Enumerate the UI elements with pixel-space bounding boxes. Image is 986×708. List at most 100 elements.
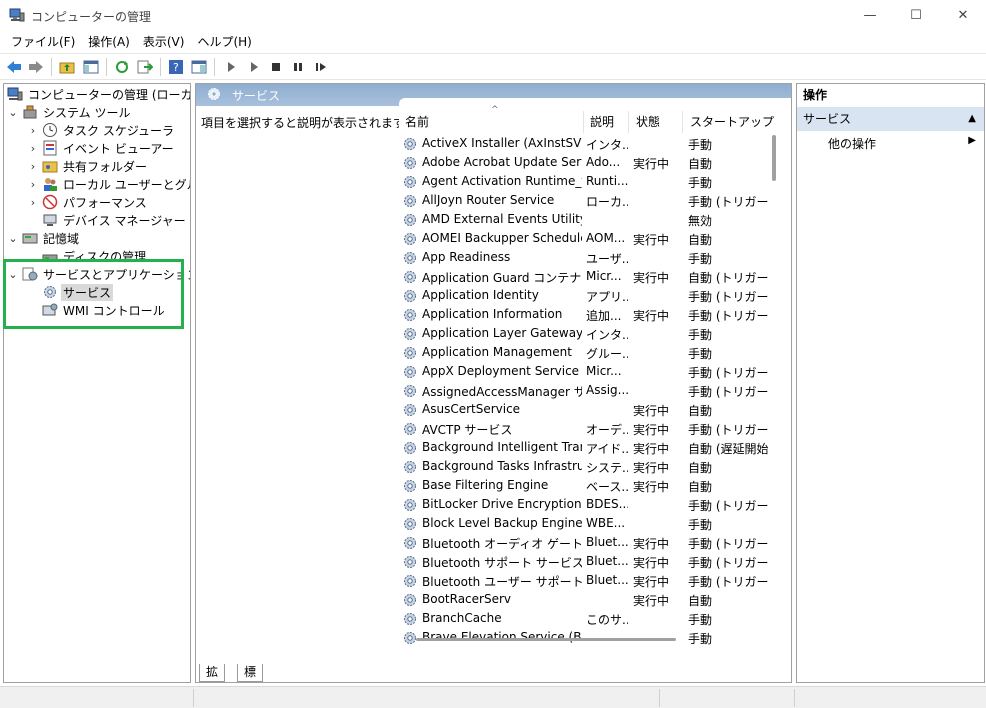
chevron-right-icon[interactable]: › bbox=[26, 160, 40, 173]
chevron-right-icon[interactable]: › bbox=[26, 196, 40, 209]
resume-icon[interactable] bbox=[312, 58, 330, 76]
refresh-icon[interactable] bbox=[113, 58, 131, 76]
cell-description: Runti... bbox=[586, 174, 628, 188]
tree-item-device-manager[interactable]: デバイス マネージャー bbox=[26, 211, 188, 229]
column-header-description[interactable]: 説明 bbox=[584, 111, 629, 133]
gear-icon bbox=[402, 421, 418, 437]
table-row[interactable]: Base Filtering Engine ベース... 実行中 自動 bbox=[399, 477, 769, 496]
cell-status: 実行中 bbox=[633, 442, 670, 456]
cell-name: Bluetooth ユーザー サポート サ... bbox=[422, 575, 582, 589]
export-icon[interactable] bbox=[136, 58, 154, 76]
table-row[interactable]: AppX Deployment Service (... Micr... 手動 (ト… bbox=[399, 363, 769, 382]
play-icon[interactable] bbox=[222, 58, 240, 76]
cell-startup-type: 手動 (トリガー開 bbox=[688, 309, 768, 323]
menu-action[interactable]: 操作(A) bbox=[83, 32, 135, 52]
collapse-icon[interactable]: ▲ bbox=[968, 107, 976, 131]
table-row[interactable]: Application Identity アプリ... 手動 (トリガー開 bbox=[399, 287, 769, 306]
table-row[interactable]: Application Guard コンテナー ... Micr... 実行中 自動 … bbox=[399, 268, 769, 287]
forward-icon[interactable] bbox=[27, 58, 45, 76]
menu-view[interactable]: 表示(V) bbox=[138, 32, 190, 52]
table-row[interactable]: BitLocker Drive Encryption ... BDES... 手動 … bbox=[399, 496, 769, 515]
cell-description: AOM... bbox=[586, 231, 626, 245]
table-row[interactable]: BranchCache このサ... 手動 bbox=[399, 610, 769, 629]
table-row[interactable]: Background Intelligent Tran... アイド... 実行中 自… bbox=[399, 439, 769, 458]
up-folder-icon[interactable] bbox=[58, 58, 76, 76]
gear-icon bbox=[402, 459, 418, 475]
gear-icon bbox=[402, 269, 418, 285]
table-row[interactable]: Application Information 追加... 実行中 手動 (トリガー開 bbox=[399, 306, 769, 325]
help-icon[interactable]: ? bbox=[167, 58, 185, 76]
cell-status: 実行中 bbox=[633, 556, 670, 570]
close-icon: ✕ bbox=[957, 8, 969, 23]
tree-item-performance[interactable]: › パフォーマンス bbox=[26, 193, 149, 211]
minimize-button[interactable]: — bbox=[847, 0, 893, 31]
table-row[interactable]: BootRacerServ 実行中 自動 bbox=[399, 591, 769, 610]
table-row[interactable]: AllJoyn Router Service ローカ... 手動 (トリガー開 bbox=[399, 192, 769, 211]
table-row[interactable]: ActiveX Installer (AxInstSV) インタ... 手動 bbox=[399, 135, 769, 154]
table-row[interactable]: AOMEI Backupper Schedule... AOM... 実行中 自動 bbox=[399, 230, 769, 249]
tree-item-system-tools[interactable]: ⌄ システム ツール bbox=[6, 103, 132, 121]
table-row[interactable]: Agent Activation Runtime_f... Runti... 手動 bbox=[399, 173, 769, 192]
menu-file[interactable]: ファイル(F) bbox=[6, 32, 80, 52]
tree-item-event-viewer[interactable]: › イベント ビューアー bbox=[26, 139, 176, 157]
chevron-right-icon[interactable]: › bbox=[26, 142, 40, 155]
column-header-startup-type[interactable]: スタートアップの種 bbox=[684, 111, 774, 133]
cell-status: 実行中 bbox=[633, 233, 670, 247]
chevron-down-icon[interactable]: ⌄ bbox=[6, 232, 20, 245]
table-row[interactable]: AMD External Events Utility 無効 bbox=[399, 211, 769, 230]
table-row[interactable]: Bluetooth ユーザー サポート サ... Bluet... 実行中 手動 (ト… bbox=[399, 572, 769, 591]
cell-name: AsusCertService bbox=[422, 402, 521, 416]
stop-icon[interactable] bbox=[267, 58, 285, 76]
gear-icon bbox=[402, 174, 418, 190]
table-row[interactable]: Background Tasks Infrastruc... システ... 実行中 自… bbox=[399, 458, 769, 477]
tree-item-computer-management[interactable]: コンピューターの管理 (ローカル) bbox=[5, 85, 190, 103]
cell-description: このサ... bbox=[586, 613, 628, 627]
gear-icon bbox=[402, 478, 418, 494]
table-row[interactable]: Bluetooth サポート サービス Bluet... 実行中 手動 (トリガー開 bbox=[399, 553, 769, 572]
tab-extended[interactable]: 拡張 bbox=[199, 664, 226, 682]
tree-item-label: デバイス マネージャー bbox=[63, 213, 186, 228]
vertical-scrollbar[interactable] bbox=[772, 135, 776, 181]
cell-description: インタ... bbox=[586, 138, 628, 152]
tree-item-storage[interactable]: ⌄ 記憶域 bbox=[6, 229, 81, 247]
cell-description: ローカ... bbox=[586, 195, 628, 209]
play-alt-icon[interactable] bbox=[245, 58, 263, 76]
gear-icon bbox=[402, 516, 418, 532]
gear-icon bbox=[402, 554, 418, 570]
tree-item-task-scheduler[interactable]: › タスク スケジューラ bbox=[26, 121, 176, 139]
close-button[interactable]: ✕ bbox=[940, 0, 986, 31]
cell-description: Micr... bbox=[586, 364, 622, 378]
gear-icon bbox=[402, 402, 418, 418]
storage-icon bbox=[21, 230, 38, 246]
tab-standard[interactable]: 標準 bbox=[237, 664, 264, 682]
table-row[interactable]: AssignedAccessManager サ... Assig... 手動 (トリ… bbox=[399, 382, 769, 401]
maximize-button[interactable]: ☐ bbox=[893, 0, 939, 31]
tree-item-local-users[interactable]: › ローカル ユーザーとグループ bbox=[26, 175, 190, 193]
chevron-down-icon[interactable]: ⌄ bbox=[6, 106, 20, 119]
table-row[interactable]: Application Layer Gateway ... インタ... 手動 bbox=[399, 325, 769, 344]
back-icon[interactable] bbox=[5, 58, 23, 76]
properties-icon[interactable] bbox=[190, 58, 208, 76]
cell-status: 実行中 bbox=[633, 309, 670, 323]
pause-icon[interactable] bbox=[289, 58, 307, 76]
chevron-right-icon[interactable]: ▶ bbox=[968, 135, 976, 146]
chevron-right-icon[interactable]: › bbox=[26, 124, 40, 137]
status-bar bbox=[0, 686, 986, 708]
cell-startup-type: 自動 bbox=[688, 233, 713, 247]
chevron-right-icon[interactable]: › bbox=[26, 178, 40, 191]
table-row[interactable]: AVCTP サービス オーデ... 実行中 手動 (トリガー開 bbox=[399, 420, 769, 439]
tree-item-shared-folders[interactable]: › 共有フォルダー bbox=[26, 157, 149, 175]
table-row[interactable]: Adobe Acrobat Update Serv... Ado... 実行中 自動 bbox=[399, 154, 769, 173]
show-hide-tree-icon[interactable] bbox=[82, 58, 100, 76]
actions-section-services[interactable]: サービス ▲ bbox=[797, 107, 984, 131]
table-row[interactable]: App Readiness ユーザ... 手動 bbox=[399, 249, 769, 268]
menu-help[interactable]: ヘルプ(H) bbox=[192, 32, 256, 52]
cell-startup-type: 手動 (トリガー開 bbox=[688, 575, 768, 589]
horizontal-scrollbar[interactable] bbox=[416, 638, 676, 641]
more-actions-item[interactable]: 他の操作 bbox=[828, 135, 876, 152]
table-row[interactable]: Bluetooth オーディオ ゲートウェ... Bluet... 実行中 手動 (ト… bbox=[399, 534, 769, 553]
table-row[interactable]: Application Management グルー... 手動 bbox=[399, 344, 769, 363]
table-row[interactable]: AsusCertService 実行中 自動 bbox=[399, 401, 769, 420]
column-header-status[interactable]: 状態 bbox=[630, 111, 683, 133]
table-row[interactable]: Block Level Backup Engine ... WBE... 手動 bbox=[399, 515, 769, 534]
